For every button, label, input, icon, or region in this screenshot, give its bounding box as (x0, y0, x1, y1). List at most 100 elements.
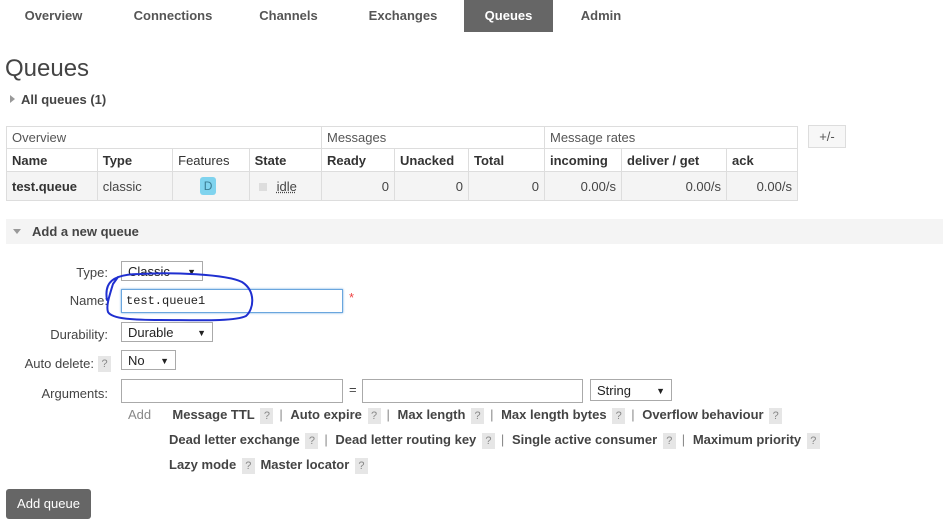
queue-name-link[interactable]: test.queue (12, 179, 77, 194)
auto-delete-select-value: No (128, 353, 145, 368)
collapse-triangle-icon (13, 229, 21, 234)
add-label: Add (128, 407, 152, 422)
separator: | (279, 407, 283, 422)
cell-ack: 0.00/s (726, 171, 798, 201)
type-label: Type: (76, 265, 108, 280)
arg-max-length[interactable]: Max length (398, 407, 466, 422)
help-icon[interactable]: ? (471, 408, 485, 424)
tab-overview[interactable]: Overview (5, 0, 102, 32)
help-icon[interactable]: ? (241, 458, 255, 474)
argument-value-input[interactable] (362, 379, 583, 403)
help-icon[interactable]: ? (769, 408, 783, 424)
arg-maximum-priority[interactable]: Maximum priority (693, 432, 801, 447)
col-total[interactable]: Total (468, 148, 545, 172)
arg-lazy-mode[interactable]: Lazy mode (169, 457, 236, 472)
durability-select-value: Durable (128, 325, 174, 340)
argument-type-value: String (597, 383, 631, 398)
auto-delete-label: Auto delete: (24, 356, 94, 371)
required-marker: * (349, 290, 355, 305)
col-deliver-get[interactable]: deliver / get (621, 148, 727, 172)
help-icon[interactable]: ? (806, 433, 820, 449)
all-queues-label: All queues (1) (21, 92, 107, 107)
expand-triangle-icon (10, 95, 15, 103)
arg-dead-letter-routing-key[interactable]: Dead letter routing key (335, 432, 476, 447)
auto-delete-help-icon[interactable]: ? (98, 356, 111, 372)
argument-key-input[interactable] (121, 379, 343, 403)
help-icon[interactable]: ? (260, 408, 274, 424)
help-icon[interactable]: ? (612, 408, 626, 424)
separator: | (681, 432, 686, 447)
add-queue-section-title: Add a new queue (32, 224, 139, 239)
durable-feature-badge: D (200, 177, 217, 195)
add-queue-button[interactable]: Add queue (6, 489, 91, 519)
argument-shortcuts-row-1: Add Message TTL ? | Auto expire ? | Max le… (128, 407, 784, 424)
durability-label: Durability: (50, 327, 108, 342)
queue-name-input[interactable]: test.queue1 (121, 289, 343, 313)
arg-message-ttl[interactable]: Message TTL (172, 407, 254, 422)
table-row[interactable]: test.queue classic D idle 0 0 0 0.00/s 0… (6, 171, 798, 201)
equals-sign: = (349, 382, 357, 397)
cell-unacked: 0 (394, 171, 469, 201)
separator: | (500, 432, 505, 447)
name-label: Name: (69, 293, 108, 308)
top-nav: Overview Connections Channels Exchanges … (0, 0, 943, 32)
state-indicator-icon (258, 182, 267, 191)
col-ready[interactable]: Ready (321, 148, 395, 172)
cell-deliver-get: 0.00/s (621, 171, 727, 201)
arg-master-locator[interactable]: Master locator (260, 457, 349, 472)
col-name[interactable]: Name (6, 148, 98, 172)
all-queues-toggle[interactable]: All queues (1) (10, 92, 106, 107)
page-title: Queues (5, 55, 90, 82)
tab-exchanges[interactable]: Exchanges (350, 0, 456, 32)
type-select[interactable]: Classic ▼ (121, 261, 203, 281)
durability-select[interactable]: Durable ▼ (121, 322, 213, 342)
arg-auto-expire[interactable]: Auto expire (290, 407, 362, 422)
help-icon[interactable]: ? (354, 458, 368, 474)
col-features: Features (172, 148, 250, 172)
columns-toggle-button[interactable]: +/- (808, 125, 846, 148)
dropdown-arrow-icon: ▼ (187, 267, 196, 277)
cell-total: 0 (468, 171, 545, 201)
help-icon[interactable]: ? (662, 433, 676, 449)
separator: | (490, 407, 494, 422)
auto-delete-select[interactable]: No ▼ (121, 350, 176, 370)
help-icon[interactable]: ? (305, 433, 319, 449)
cell-state: idle (248, 171, 323, 201)
argument-type-select[interactable]: String ▼ (590, 379, 672, 401)
queues-table: Overview Messages Message rates Name Typ… (6, 126, 798, 201)
arg-dead-letter-exchange[interactable]: Dead letter exchange (169, 432, 300, 447)
group-messages: Messages (321, 126, 545, 149)
separator: | (324, 432, 328, 447)
separator: | (386, 407, 390, 422)
help-icon[interactable]: ? (481, 433, 495, 449)
cell-ready: 0 (321, 171, 395, 201)
tab-queues[interactable]: Queues (464, 0, 553, 32)
arguments-label: Arguments: (41, 386, 108, 401)
arg-single-active-consumer[interactable]: Single active consumer (512, 432, 657, 447)
cell-name[interactable]: test.queue (6, 171, 98, 201)
help-icon[interactable]: ? (367, 408, 381, 424)
col-ack[interactable]: ack (726, 148, 798, 172)
state-label: idle (276, 178, 297, 194)
add-queue-section-header[interactable]: Add a new queue (6, 219, 943, 244)
col-type[interactable]: Type (96, 148, 174, 172)
cell-type: classic (96, 171, 174, 201)
dropdown-arrow-icon: ▼ (160, 356, 169, 366)
arg-max-length-bytes[interactable]: Max length bytes (501, 407, 606, 422)
tab-admin[interactable]: Admin (562, 0, 640, 32)
argument-shortcuts-row-2: Dead letter exchange ? | Dead letter rout… (169, 432, 822, 449)
col-incoming[interactable]: incoming (544, 148, 622, 172)
arg-overflow-behaviour[interactable]: Overflow behaviour (642, 407, 763, 422)
dropdown-arrow-icon: ▼ (197, 328, 206, 338)
type-select-value: Classic (128, 264, 170, 279)
col-unacked[interactable]: Unacked (394, 148, 469, 172)
argument-shortcuts-row-3: Lazy mode ? Master locator ? (169, 457, 370, 474)
group-overview: Overview (6, 126, 322, 149)
separator: | (631, 407, 635, 422)
group-message-rates: Message rates (544, 126, 798, 149)
tab-channels[interactable]: Channels (245, 0, 332, 32)
cell-features: D (172, 171, 250, 201)
tab-connections[interactable]: Connections (116, 0, 230, 32)
col-state[interactable]: State (248, 148, 323, 172)
dropdown-arrow-icon: ▼ (656, 386, 665, 396)
